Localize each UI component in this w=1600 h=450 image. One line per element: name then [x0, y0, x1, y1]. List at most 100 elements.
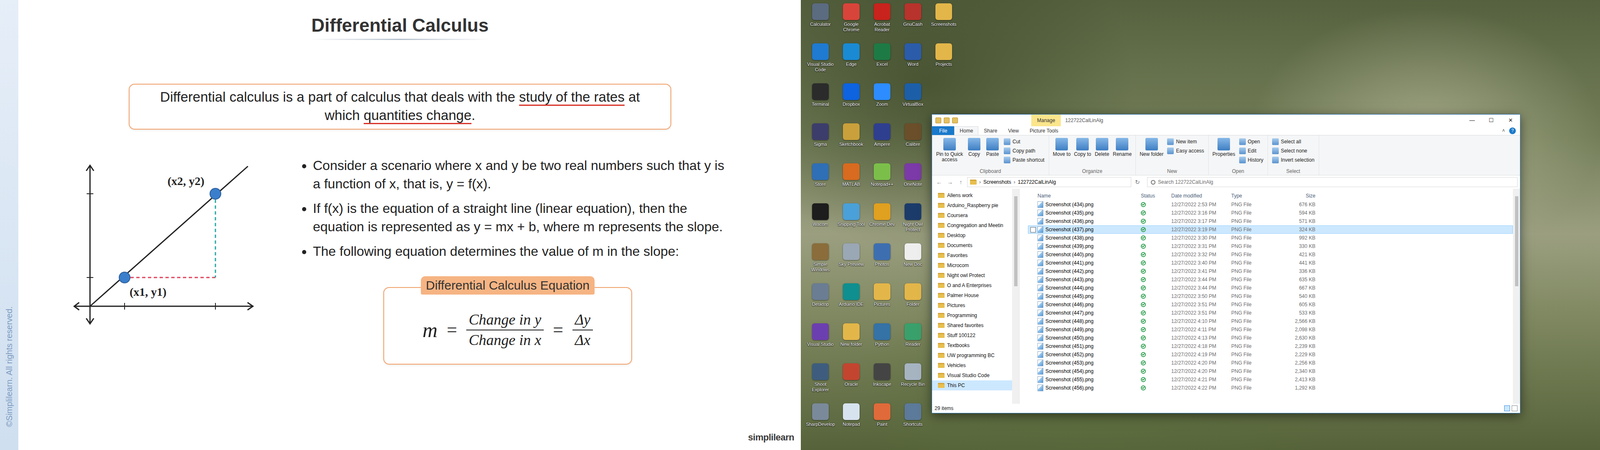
desktop-icon-label[interactable]: Night Owl Protect — [897, 221, 928, 233]
quick-access-icon[interactable] — [935, 117, 942, 124]
ribbon-button-label[interactable]: Properties — [1212, 151, 1236, 158]
desktop-icon[interactable]: Shortcuts — [897, 401, 929, 442]
shortcut-icon[interactable] — [842, 83, 860, 100]
column-header[interactable]: Status — [1137, 192, 1172, 200]
nav-item[interactable]: Allens work — [932, 190, 1013, 201]
file-menu-tab[interactable]: File — [932, 126, 955, 135]
desktop-icon-label[interactable]: Desktop — [805, 301, 836, 308]
nav-item[interactable]: Textbooks — [932, 340, 1013, 351]
nav-item[interactable]: Pictures — [932, 300, 1013, 311]
collapse-ribbon-button[interactable]: ˄ — [1502, 127, 1505, 135]
ribbon-button-label[interactable]: Edit — [1247, 147, 1257, 155]
ribbon-button[interactable]: Copy to — [1072, 136, 1093, 158]
shortcut-icon[interactable] — [842, 403, 860, 420]
shortcut-icon[interactable] — [873, 203, 891, 220]
desktop-icon-label[interactable]: MATLAB — [836, 181, 867, 188]
ribbon-small-button[interactable]: New item — [1165, 137, 1206, 147]
ribbon-button-label[interactable]: Move to — [1052, 151, 1071, 158]
shortcut-icon[interactable] — [842, 363, 860, 380]
ribbon-small-button[interactable]: Invert selection — [1270, 155, 1317, 165]
shortcut-icon[interactable] — [812, 163, 829, 180]
shortcut-icon[interactable] — [812, 283, 829, 300]
shortcut-icon[interactable] — [812, 363, 829, 380]
file-row[interactable]: Screenshot (434).png12/27/2022 2:53 PMPN… — [1027, 200, 1513, 209]
nav-item-label[interactable]: This PC — [947, 381, 965, 390]
shortcut-icon[interactable] — [873, 403, 891, 420]
desktop-icon[interactable]: GnuCash — [897, 1, 929, 42]
desktop-icon[interactable]: Folder — [897, 281, 929, 322]
shortcut-icon[interactable] — [812, 83, 829, 100]
ribbon-button[interactable]: New folder — [1138, 136, 1165, 158]
search-box[interactable] — [1147, 177, 1518, 188]
ribbon-tab[interactable]: View — [1002, 126, 1025, 135]
nav-item-label[interactable]: Palmer House — [947, 291, 979, 300]
desktop-icon-label[interactable]: Terminal — [805, 101, 836, 108]
nav-item[interactable]: This PC — [932, 380, 1013, 391]
ribbon-button-label[interactable]: Copy to — [1073, 151, 1091, 158]
desktop-icon[interactable]: Word — [897, 41, 929, 82]
ribbon-small-button[interactable]: History — [1237, 155, 1265, 165]
desktop-icon-label[interactable]: OneNote — [897, 181, 928, 188]
desktop-icon-label[interactable]: Sigma — [805, 141, 836, 148]
shortcut-icon[interactable] — [873, 283, 891, 300]
file-row[interactable]: Screenshot (450).png12/27/2022 4:13 PMPN… — [1027, 333, 1513, 343]
file-explorer-window[interactable]: Manage122722CalLinAlg—☐✕FileHomeShareVie… — [931, 114, 1521, 414]
nav-item-label[interactable]: Documents — [947, 241, 973, 250]
ribbon-small-button[interactable]: Edit — [1237, 146, 1265, 156]
desktop-icon-label[interactable]: New folder — [836, 341, 867, 348]
help-button[interactable]: ? — [1509, 127, 1516, 135]
desktop-icon[interactable]: Calculator — [805, 1, 836, 42]
nav-scrollbar[interactable] — [1012, 188, 1020, 404]
desktop-icon[interactable]: Excel — [866, 41, 898, 82]
ribbon-button-label[interactable]: Cut — [1012, 137, 1021, 146]
desktop-icon-label[interactable]: Calculator — [805, 21, 836, 28]
desktop-icon-label[interactable]: Reader — [897, 341, 928, 348]
desktop-icon-label[interactable]: Oracle — [836, 381, 867, 388]
desktop-icon[interactable]: Visual Studio — [805, 321, 836, 362]
file-row[interactable]: Screenshot (435).png12/27/2022 3:16 PMPN… — [1027, 208, 1513, 218]
nav-item[interactable]: Vehicles — [932, 360, 1013, 371]
nav-item-label[interactable]: Arduino_Raspberry pie — [947, 201, 999, 210]
desktop-icon[interactable]: Arduino IDE — [835, 281, 867, 322]
ribbon-button-label[interactable]: New item — [1175, 137, 1197, 146]
breadcrumb-separator[interactable]: › — [1013, 178, 1016, 186]
ribbon-button[interactable]: Pin to Quick access — [934, 136, 965, 164]
column-header[interactable]: Type — [1231, 192, 1283, 200]
file-row[interactable]: Screenshot (448).png12/27/2022 4:10 PMPN… — [1027, 317, 1513, 326]
ribbon-button[interactable]: Move to — [1051, 136, 1073, 158]
ribbon-button-label[interactable]: Rename — [1112, 151, 1132, 158]
desktop-icon-label[interactable]: Wacom — [805, 221, 836, 228]
desktop-icon-label[interactable]: Notepad++ — [867, 181, 898, 188]
desktop-icon-label[interactable]: Sketchbook — [836, 141, 867, 148]
desktop-icon[interactable]: New Doc — [897, 241, 929, 282]
nav-item-label[interactable]: Visual Studio Code — [947, 371, 990, 380]
desktop-icon-label[interactable]: VirtualBox — [897, 101, 928, 108]
desktop-icon-label[interactable]: Simple Windows — [805, 261, 836, 273]
desktop-icon[interactable]: MATLAB — [835, 161, 867, 202]
nav-item[interactable]: Favorites — [932, 250, 1013, 261]
desktop-icon[interactable]: Oracle — [835, 361, 867, 402]
nav-item[interactable]: Shared favorites — [932, 320, 1013, 331]
desktop-icon[interactable]: Python — [866, 321, 898, 362]
ribbon-button-label[interactable]: Select all — [1280, 137, 1302, 146]
desktop-icon[interactable]: Sky Preview — [835, 241, 867, 282]
nav-item[interactable]: Coursera — [932, 210, 1013, 221]
file-row[interactable]: Screenshot (439).png12/27/2022 3:31 PMPN… — [1027, 242, 1513, 251]
forward-button[interactable]: → — [945, 177, 955, 187]
file-name[interactable]: Screenshot (438).png — [1045, 234, 1094, 242]
desktop-icon[interactable]: Calibre — [897, 121, 929, 162]
desktop-icon[interactable]: Sketchbook — [835, 121, 867, 162]
desktop-icon-label[interactable]: Ampere — [867, 141, 898, 148]
nav-item-label[interactable]: Allens work — [947, 191, 973, 200]
shortcut-icon[interactable] — [904, 283, 922, 300]
shortcut-icon[interactable] — [873, 3, 891, 20]
desktop-icon[interactable]: Store — [805, 161, 836, 202]
ribbon-button[interactable]: Properties — [1211, 136, 1237, 158]
file-row[interactable]: Screenshot (441).png12/27/2022 3:40 PMPN… — [1027, 258, 1513, 268]
desktop-icon[interactable]: Projects — [928, 41, 960, 82]
desktop-icon[interactable]: OneNote — [897, 161, 929, 202]
file-name[interactable]: Screenshot (436).png — [1045, 217, 1094, 225]
file-row[interactable]: Screenshot (445).png12/27/2022 3:50 PMPN… — [1027, 292, 1513, 301]
ribbon-tab[interactable]: Share — [978, 126, 1003, 135]
content-scrollbar[interactable] — [1512, 188, 1520, 404]
